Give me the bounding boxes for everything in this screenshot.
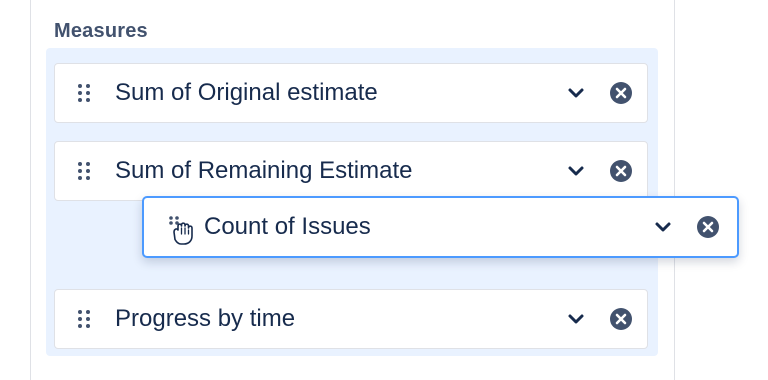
chevron-down-icon[interactable] [654,220,672,234]
measure-item[interactable]: Progress by time [54,289,648,349]
drag-handle-icon[interactable] [77,83,91,103]
measure-item[interactable]: Sum of Remaining Estimate [54,141,648,201]
drag-handle-icon[interactable] [77,161,91,181]
close-circle-icon[interactable] [609,81,633,105]
chevron-down-icon[interactable] [567,312,585,326]
drag-handle-icon[interactable] [77,309,91,329]
dragging-item-label: Count of Issues [204,213,371,240]
measure-item-label: Sum of Remaining Estimate [115,157,413,184]
measure-item[interactable]: Sum of Original estimate [54,63,648,123]
measure-item-label: Progress by time [115,305,296,332]
grab-hand-icon [166,212,196,246]
chevron-down-icon[interactable] [567,164,585,178]
measure-item-label: Sum of Original estimate [115,79,378,106]
close-circle-icon[interactable] [696,215,720,239]
dragging-measure-item[interactable]: Count of Issues [142,196,739,258]
chevron-down-icon[interactable] [567,86,585,100]
close-circle-icon[interactable] [609,307,633,331]
close-circle-icon[interactable] [609,159,633,183]
measures-section-title: Measures [54,20,148,42]
